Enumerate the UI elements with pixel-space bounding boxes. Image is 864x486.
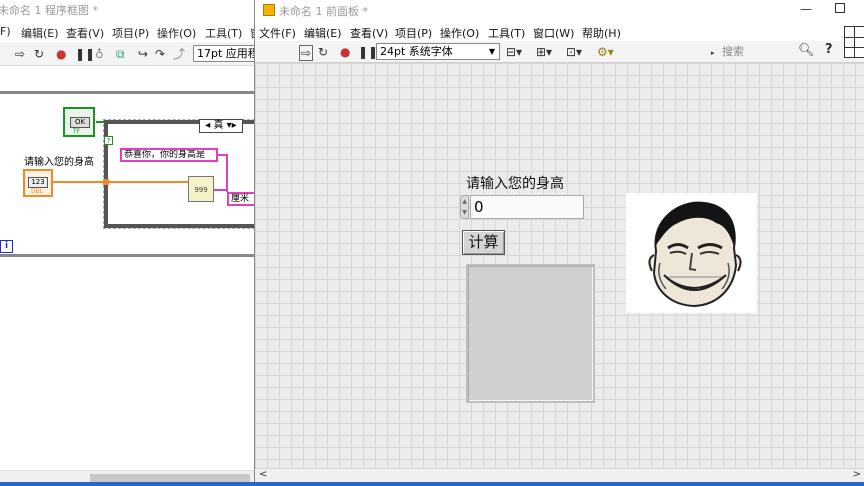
menu-operate[interactable]: 操作(O) [440,25,479,41]
highlight-icon[interactable]: ♁ [95,47,104,61]
ok-button-label: OK [70,117,90,128]
numeric-wire [53,181,105,183]
help-icon[interactable]: ? [825,42,839,60]
block-diagram-titlebar: 未命名 1 程序框图 * [0,0,256,22]
numeric-control-terminal[interactable]: 123 DBL [23,169,53,197]
labview-app-icon [263,4,275,16]
front-panel-menubar: 文件(F) 编辑(E) 查看(V) 项目(P) 操作(O) 工具(T) 窗口(W… [255,22,864,41]
menu-view[interactable]: 查看(V) [350,25,388,41]
boolean-wire [96,121,104,123]
menu-file[interactable]: F) [0,25,11,38]
string-wire-c [214,189,228,191]
search-placeholder: 搜索 [722,45,745,58]
block-diagram-window: 未命名 1 程序框图 * F) 编辑(E) 查看(V) 项目(P) 操作(O) … [0,0,256,486]
numeric-input[interactable]: 0 [470,195,584,219]
reorder-icon[interactable]: ⚙▾ [597,45,614,59]
abort-icon[interactable]: ● [340,45,350,59]
menu-operate[interactable]: 操作(O) [157,25,196,41]
chevron-right-icon: ▸ [711,49,715,57]
font-select[interactable]: 24pt 系统字体 ▼ [376,43,500,60]
case-selector[interactable]: ◂ 真 ▾▸ [199,119,243,133]
run-continuous-icon[interactable]: ↻ [318,45,328,59]
minimize-button[interactable]: — [800,2,814,16]
menu-tools[interactable]: 工具(T) [488,25,525,41]
menu-view[interactable]: 查看(V) [66,25,104,41]
pause-icon[interactable]: ❚❚ [75,47,95,61]
connector-pane-icon[interactable] [844,26,864,58]
front-panel-hscroll[interactable]: < > [255,468,864,482]
calculate-button[interactable]: 计算 [462,230,505,255]
chevron-down-icon: ▼ [488,47,495,56]
run-continuous-icon[interactable]: ↻ [34,47,44,61]
search-icon[interactable]: 🔍︎ [798,43,815,58]
step-out-icon[interactable]: ⤴ [173,47,185,61]
align-icon[interactable]: ⊟▾ [506,45,522,59]
iteration-terminal: i [0,240,13,253]
laughing-face-icon [626,193,757,313]
laughing-face-image [626,193,757,313]
numeric-terminal-icon: 123 [28,177,48,188]
menu-tools[interactable]: 工具(T) [205,25,242,41]
resize-icon[interactable]: ⊡▾ [566,45,582,59]
number-to-string-node[interactable]: 999 [188,176,214,202]
menu-edit[interactable]: 编辑(E) [304,25,342,41]
front-panel-window: 未命名 1 前面板 * — 文件(F) 编辑(E) 查看(V) 项目(P) 操作… [254,0,864,486]
menu-project[interactable]: 项目(P) [112,25,149,41]
menu-project[interactable]: 项目(P) [395,25,432,41]
numeric-control[interactable]: ▲ ▼ 0 [460,195,584,219]
retain-wire-icon[interactable]: ⧉ [116,47,125,61]
block-diagram-title: 未命名 1 程序框图 * [0,4,98,17]
front-panel-titlebar: 未命名 1 前面板 * — [255,0,864,22]
search-input[interactable]: ▸ 搜索 [703,43,811,60]
string-constant-cm[interactable]: 厘米 [227,192,256,206]
front-panel-title: 未命名 1 前面板 * [279,5,368,18]
menu-help[interactable]: 帮助(H) [582,25,621,41]
block-diagram-menubar: F) 编辑(E) 查看(V) 项目(P) 操作(O) 工具(T) 窗 [0,22,256,42]
string-indicator [466,264,595,403]
font-select-value: 24pt 系统字体 [380,45,453,58]
string-constant-congrats[interactable]: 恭喜你，你的身高是 [120,148,218,162]
case-selector-value: 真 [213,120,224,131]
step-into-icon[interactable]: ↪ [138,47,148,61]
run-arrow-icon[interactable]: ⇨ [299,45,314,61]
run-arrow-icon[interactable]: ⇨ [15,47,25,61]
scroll-left-icon[interactable]: < [259,469,267,480]
increment-decrement-arrows[interactable]: ▲ ▼ [460,195,469,219]
maximize-button[interactable] [835,3,845,13]
numeric-wire-inner [109,181,189,183]
case-selector-terminal: ? [104,136,113,145]
numeric-terminal-type: DBL [31,188,44,195]
string-wire-b [226,154,228,192]
step-over-icon[interactable]: ↷ [155,47,165,61]
abort-icon[interactable]: ● [56,47,66,61]
numeric-control-label: 请输入您的身高 [24,157,94,168]
menu-file[interactable]: 文件(F) [259,25,296,41]
hscroll-thumb[interactable] [90,474,250,482]
scroll-right-icon[interactable]: > [853,469,861,480]
menu-window[interactable]: 窗口(W) [533,25,574,41]
taskbar-edge [0,482,864,486]
ok-terminal-type: TF [73,128,81,135]
font-select[interactable]: 17pt 应用程 [193,45,256,62]
front-panel-toolbar: ⇨ ↻ ● ❚❚ 24pt 系统字体 ▼ ⊟▾ ⊞▾ ⊡▾ ⚙▾ ▸ 搜索 🔍︎… [255,41,864,63]
ok-button-terminal[interactable]: OK TF [63,107,95,137]
distribute-icon[interactable]: ⊞▾ [536,45,552,59]
case-structure[interactable] [103,119,256,229]
menu-edit[interactable]: 编辑(E) [21,25,59,41]
numeric-control-label: 请输入您的身高 [466,176,564,192]
